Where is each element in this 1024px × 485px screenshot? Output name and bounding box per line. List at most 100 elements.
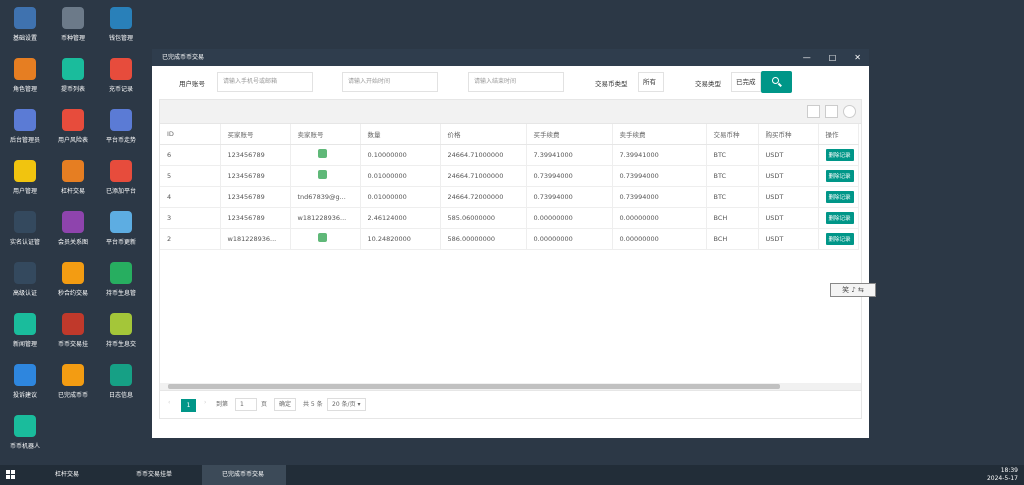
cell-coin: BCH: [706, 207, 759, 229]
cell-qty: 0.01000000: [360, 186, 441, 208]
cell-id: 2: [160, 228, 221, 250]
desktop-icon-label: 高级认证: [12, 290, 37, 297]
delete-record-button[interactable]: 删除记录: [825, 190, 854, 203]
cell-sell_fee: 0.73994000: [612, 186, 707, 208]
desktop-icon-label: 秒合约交易: [57, 290, 88, 297]
cell-buyer: 123456789: [220, 165, 291, 187]
column-header[interactable]: 交易币种: [706, 124, 759, 145]
column-header[interactable]: 买家账号: [220, 124, 291, 145]
desktop-icon[interactable]: 平台币更新: [98, 211, 144, 246]
desktop-icon[interactable]: 钱包管理: [98, 7, 144, 42]
search-icon: [772, 77, 779, 84]
trade-type-select[interactable]: 已完成: [731, 72, 761, 92]
end-time-input[interactable]: 请输入结束时间: [468, 72, 564, 92]
next-page-icon[interactable]: ›: [204, 399, 206, 406]
stack-icon: [62, 160, 84, 182]
table-header-row: ID 买家账号 卖家账号 数量 价格 买手续费 卖手续费 交易币种 购买币种 操作: [160, 124, 859, 145]
desktop-icon[interactable]: 已完成币币: [50, 364, 96, 399]
coin-type-select[interactable]: 所有: [638, 72, 664, 92]
desktop-icon[interactable]: 后台管理员: [2, 109, 48, 144]
desktop-icon[interactable]: 用户管理: [2, 160, 48, 195]
table-row[interactable]: 2 w181228936... 10.24820000 586.00000000 0.0…: [160, 228, 859, 250]
cell-seller: w181228936...: [290, 207, 361, 229]
scrollbar-thumb[interactable]: [168, 384, 780, 389]
column-header[interactable]: 卖手续费: [612, 124, 707, 145]
export-icon[interactable]: [843, 105, 856, 118]
check-icon: [62, 364, 84, 386]
print-icon[interactable]: [825, 105, 838, 118]
desktop-icon[interactable]: 高级认证: [2, 262, 48, 297]
page-size-select[interactable]: 20 条/页 ▾: [327, 398, 366, 411]
table-row[interactable]: 5 123456789 0.01000000 24664.71000000 0.7399…: [160, 165, 859, 187]
column-header[interactable]: 买手续费: [526, 124, 613, 145]
completed-trades-window: 已完成币币交易 — □ ✕ 用户账号 请输入手机号或邮箱 请输入开始时间 请输入…: [152, 49, 869, 438]
search-button[interactable]: [761, 71, 792, 93]
desktop-icon[interactable]: 杠杆交易: [50, 160, 96, 195]
horizontal-scrollbar[interactable]: [160, 383, 861, 390]
table-row[interactable]: 3 123456789 w181228936... 2.46124000 585.060…: [160, 207, 859, 229]
column-header[interactable]: ID: [160, 124, 221, 145]
cell-buy_coin: USDT: [758, 228, 819, 250]
window-titlebar[interactable]: 已完成币币交易 — □ ✕: [152, 49, 869, 66]
desktop-icon[interactable]: 提币列表: [50, 58, 96, 93]
delete-record-button[interactable]: 删除记录: [825, 148, 854, 161]
table-toolbar: [160, 100, 861, 124]
desktop-icon[interactable]: 日志信息: [98, 364, 144, 399]
task-completed-trades[interactable]: 已完成币币交易: [202, 465, 286, 485]
desktop-icon[interactable]: 角色管理: [2, 58, 48, 93]
page-unit: 页: [261, 401, 268, 408]
prev-page-icon[interactable]: ‹: [168, 399, 170, 406]
cell-qty: 0.01000000: [360, 165, 441, 187]
delete-record-button[interactable]: 删除记录: [825, 211, 854, 224]
minimize-button[interactable]: —: [803, 49, 811, 66]
desktop-icon[interactable]: 新闻管理: [2, 313, 48, 348]
column-header[interactable]: 购买币种: [758, 124, 819, 145]
delete-record-button[interactable]: 删除记录: [825, 232, 854, 245]
cell-buyer: 123456789: [220, 144, 291, 166]
desktop-icon[interactable]: 币币机器人: [2, 415, 48, 450]
cell-sell_fee: 7.39941000: [612, 144, 707, 166]
close-button[interactable]: ✕: [854, 49, 861, 66]
delete-record-button[interactable]: 删除记录: [825, 169, 854, 182]
current-page[interactable]: 1: [181, 399, 196, 412]
data-panel: ID 买家账号 卖家账号 数量 价格 买手续费 卖手续费 交易币种 购买币种 操作 6 123456…: [159, 99, 862, 419]
desktop-icon[interactable]: 持币生息交: [98, 313, 144, 348]
desktop-icon[interactable]: 基础设置: [2, 7, 48, 42]
alarm-icon: [62, 109, 84, 131]
desktop-icon[interactable]: 持币生息管: [98, 262, 144, 297]
user-account-input[interactable]: 请输入手机号或邮箱: [217, 72, 313, 92]
desktop-icon[interactable]: 币种管理: [50, 7, 96, 42]
log-icon: [110, 364, 132, 386]
page-size-value: 20 条/页: [332, 401, 356, 408]
column-header[interactable]: 数量: [360, 124, 441, 145]
column-header[interactable]: 价格: [440, 124, 527, 145]
desktop-icon[interactable]: 秒合约交易: [50, 262, 96, 297]
confirm-button[interactable]: 确定: [274, 398, 297, 411]
task-leverage[interactable]: 杠杆交易: [55, 465, 79, 485]
window-title: 已完成币币交易: [162, 54, 205, 61]
desktop-icon[interactable]: 会员关系图: [50, 211, 96, 246]
start-time-input[interactable]: 请输入开始时间: [342, 72, 438, 92]
desktop-icon[interactable]: 投诉建议: [2, 364, 48, 399]
column-header[interactable]: 操作: [818, 124, 859, 145]
desktop-icon[interactable]: 平台币走势: [98, 109, 144, 144]
cell-action: 删除记录: [818, 207, 859, 229]
start-icon[interactable]: [6, 470, 15, 479]
column-header[interactable]: 卖家账号: [290, 124, 361, 145]
columns-icon[interactable]: [807, 105, 820, 118]
coin-type-label: 交易币类型: [595, 80, 628, 88]
desktop-icon[interactable]: 充币记录: [98, 58, 144, 93]
desktop-icon[interactable]: 用户风险表: [50, 109, 96, 144]
user-account-label: 用户账号: [179, 80, 205, 88]
table-row[interactable]: 4 123456789 tnd67839@g... 0.01000000 24664.7…: [160, 186, 859, 208]
desktop-icon[interactable]: 币币交易挂: [50, 313, 96, 348]
floating-toolbar[interactable]: 笑 ♪ ⇆: [830, 283, 876, 297]
maximize-button[interactable]: □: [829, 49, 837, 66]
task-coin-orders[interactable]: 币币交易挂单: [136, 465, 172, 485]
desktop-icon[interactable]: 实名认证管: [2, 211, 48, 246]
table-row[interactable]: 6 123456789 0.10000000 24664.71000000 7.3994…: [160, 144, 859, 166]
goto-page-input[interactable]: 1: [235, 398, 257, 411]
b-icon: [62, 313, 84, 335]
desktop-icon-label: 平台币走势: [105, 137, 136, 144]
desktop-icon[interactable]: 已添加平台: [98, 160, 144, 195]
